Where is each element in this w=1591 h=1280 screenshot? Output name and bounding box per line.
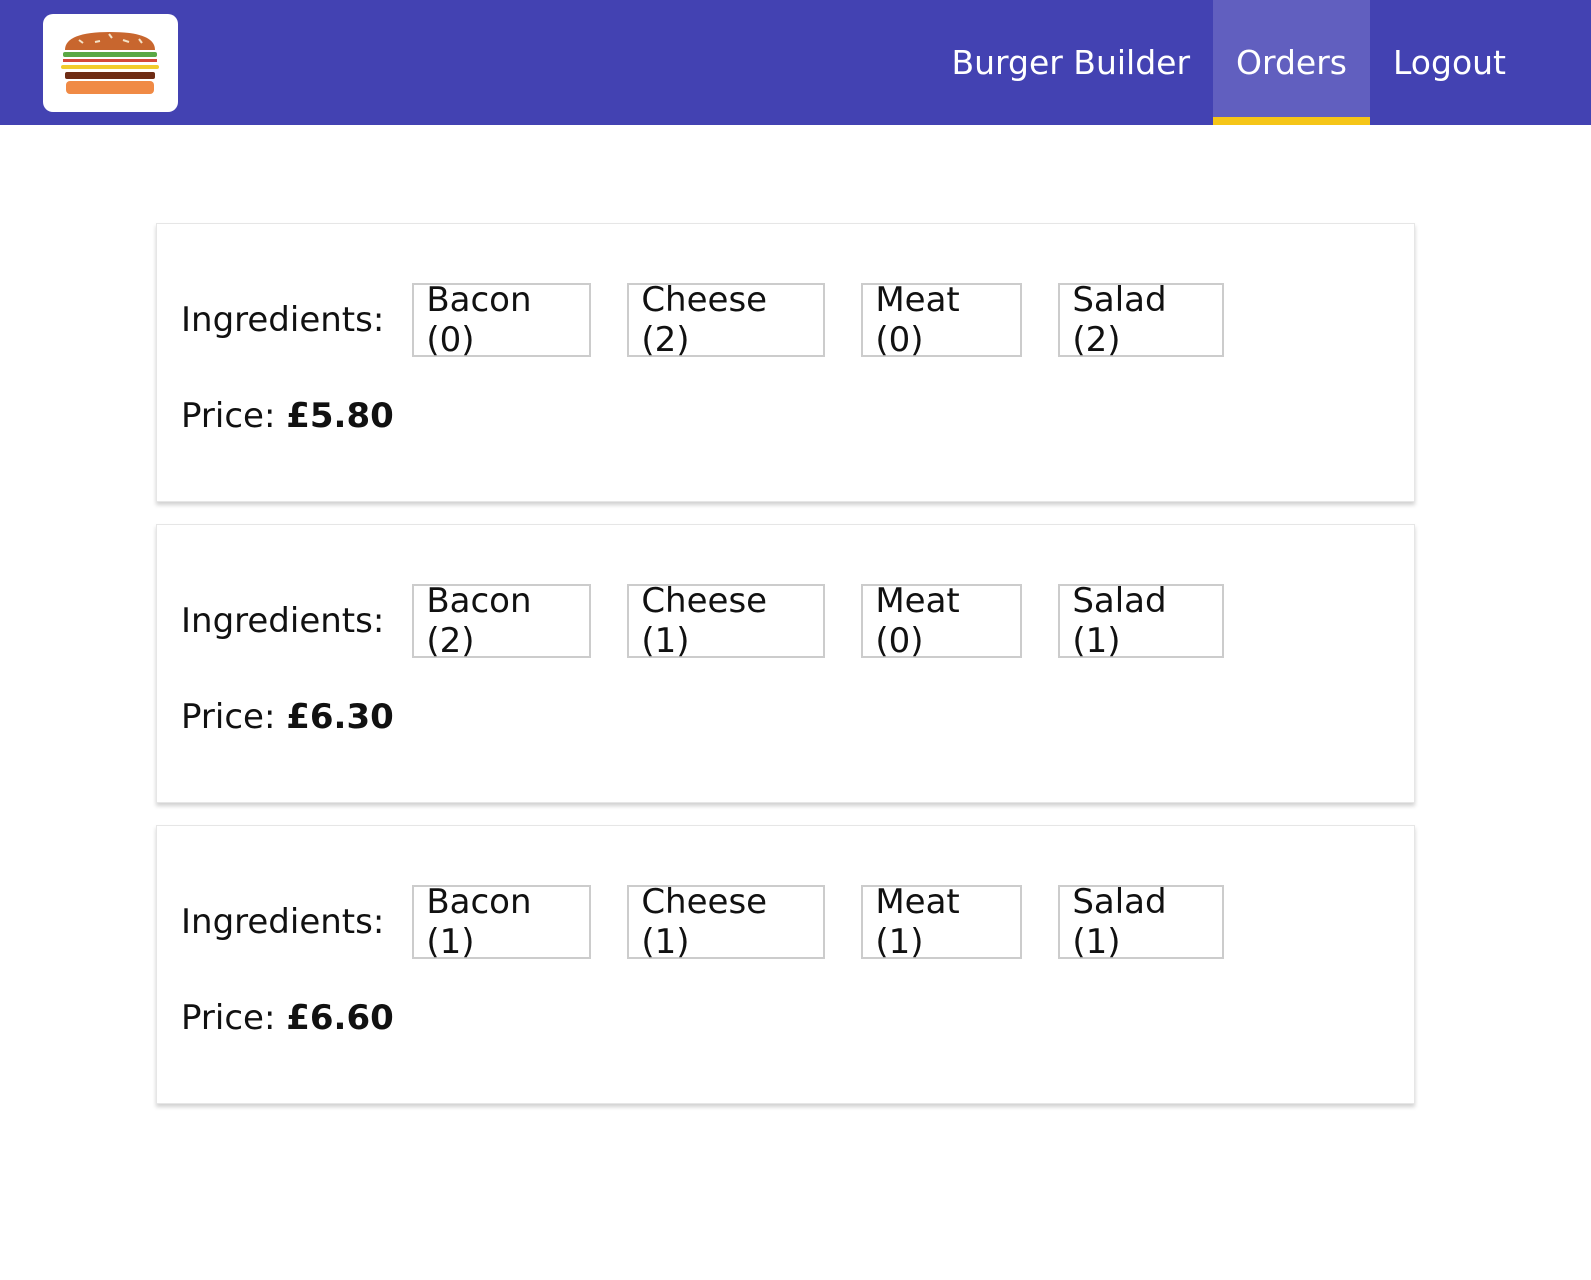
ingredients-label: Ingredients: — [181, 300, 385, 340]
price-row: Price: £6.60 — [181, 998, 394, 1038]
main-nav: Burger Builder Orders Logout — [928, 0, 1529, 125]
ingredient-chip-salad: Salad (1) — [1058, 581, 1225, 661]
price-row: Price: £5.80 — [181, 396, 394, 436]
price-value: £6.60 — [286, 998, 394, 1038]
ingredients-row: Ingredients: Bacon (1) Cheese (1) Meat (… — [181, 882, 1260, 962]
nav-logout-link[interactable]: Logout — [1370, 0, 1529, 125]
ingredient-chip-bacon: Bacon (0) — [412, 280, 592, 360]
ingredients-label: Ingredients: — [181, 601, 385, 641]
ingredient-chip-salad: Salad (1) — [1058, 882, 1225, 962]
orders-list: Ingredients: Bacon (0) Cheese (2) Meat (… — [156, 223, 1415, 1126]
ingredients-row: Ingredients: Bacon (2) Cheese (1) Meat (… — [181, 581, 1260, 661]
ingredient-chip-cheese: Cheese (2) — [627, 280, 826, 360]
nav-orders-link[interactable]: Orders — [1213, 0, 1370, 125]
price-row: Price: £6.30 — [181, 697, 394, 737]
order-card: Ingredients: Bacon (0) Cheese (2) Meat (… — [156, 223, 1415, 502]
price-label: Price: — [181, 998, 287, 1038]
toolbar: Burger Builder Orders Logout — [0, 0, 1591, 125]
price-value: £5.80 — [286, 396, 394, 436]
ingredients-label: Ingredients: — [181, 902, 385, 942]
ingredient-chip-meat: Meat (0) — [861, 581, 1023, 661]
price-label: Price: — [181, 697, 287, 737]
ingredient-chip-bacon: Bacon (1) — [412, 882, 592, 962]
ingredient-chip-meat: Meat (0) — [861, 280, 1023, 360]
ingredient-chip-bacon: Bacon (2) — [412, 581, 592, 661]
ingredient-chip-cheese: Cheese (1) — [627, 882, 826, 962]
nav-burger-builder-link[interactable]: Burger Builder — [928, 0, 1213, 125]
burger-logo-icon[interactable] — [43, 14, 178, 112]
order-card: Ingredients: Bacon (2) Cheese (1) Meat (… — [156, 524, 1415, 803]
order-card: Ingredients: Bacon (1) Cheese (1) Meat (… — [156, 825, 1415, 1104]
price-value: £6.30 — [286, 697, 394, 737]
ingredient-chip-cheese: Cheese (1) — [627, 581, 826, 661]
price-label: Price: — [181, 396, 287, 436]
ingredients-row: Ingredients: Bacon (0) Cheese (2) Meat (… — [181, 280, 1260, 360]
ingredient-chip-salad: Salad (2) — [1058, 280, 1225, 360]
ingredient-chip-meat: Meat (1) — [861, 882, 1023, 962]
